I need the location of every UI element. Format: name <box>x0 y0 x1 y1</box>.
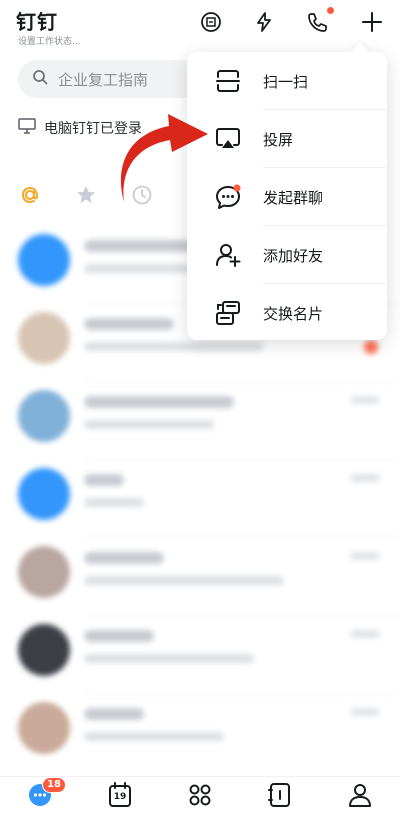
unread-badge: 18 <box>42 776 66 793</box>
desktop-icon <box>18 118 36 138</box>
nav-messages[interactable]: 18 <box>20 776 66 815</box>
menu-item-scan[interactable]: 扫一扫 <box>187 52 387 110</box>
time-placeholder <box>350 552 380 560</box>
list-item[interactable] <box>0 460 400 538</box>
phone-notification-dot <box>327 7 334 14</box>
message-placeholder <box>84 420 214 429</box>
at-mention-icon[interactable] <box>18 183 42 207</box>
name-placeholder <box>84 630 154 642</box>
time-placeholder <box>350 708 380 716</box>
unread-dot <box>364 340 378 354</box>
avatar <box>18 624 70 676</box>
person-icon <box>348 782 372 812</box>
avatar <box>18 234 70 286</box>
nav-workbench[interactable] <box>180 779 220 815</box>
exchange-card-icon <box>213 298 243 328</box>
search-placeholder: 企业复工指南 <box>58 70 149 89</box>
name-placeholder <box>84 396 234 408</box>
list-item[interactable] <box>0 382 400 460</box>
menu-item-label: 交换名片 <box>263 304 324 323</box>
time-placeholder <box>350 474 380 482</box>
app-title: 钉钉 <box>16 10 58 34</box>
nav-calendar[interactable]: 19 <box>100 779 140 815</box>
avatar <box>18 390 70 442</box>
menu-item-exchange-card[interactable]: 交换名片 <box>187 284 387 342</box>
message-placeholder <box>84 576 284 585</box>
menu-item-label: 添加好友 <box>263 246 324 265</box>
list-item[interactable] <box>0 694 400 772</box>
nav-profile[interactable] <box>340 779 380 815</box>
menu-item-add-friend[interactable]: 添加好友 <box>187 226 387 284</box>
name-placeholder <box>84 474 124 486</box>
message-placeholder <box>84 498 144 507</box>
grid-icon <box>187 782 213 812</box>
message-placeholder <box>84 732 224 741</box>
menu-item-label: 扫一扫 <box>263 72 309 91</box>
header: 钉钉 设置工作状态... <box>0 0 400 52</box>
menu-item-label: 投屏 <box>263 130 294 149</box>
message-placeholder <box>84 342 264 351</box>
avatar <box>18 702 70 754</box>
lightning-icon[interactable] <box>250 8 278 36</box>
list-item[interactable] <box>0 616 400 694</box>
add-friend-icon <box>213 240 243 270</box>
name-placeholder <box>84 240 194 252</box>
name-placeholder <box>84 552 164 564</box>
bottom-nav: 18 19 <box>0 776 400 816</box>
search-icon <box>32 69 48 89</box>
avatar <box>18 546 70 598</box>
work-status-link[interactable]: 设置工作状态... <box>18 34 81 47</box>
plus-icon[interactable] <box>358 8 386 36</box>
avatar <box>18 312 70 364</box>
time-placeholder <box>350 396 380 404</box>
name-placeholder <box>84 318 174 330</box>
message-placeholder <box>84 654 254 663</box>
star-icon[interactable] <box>74 183 98 207</box>
calendar-day: 19 <box>113 791 127 802</box>
avatar <box>18 468 70 520</box>
contacts-book-icon <box>268 782 292 812</box>
name-placeholder <box>84 708 144 720</box>
scan-icon <box>213 66 243 96</box>
menu-item-label: 发起群聊 <box>263 188 324 207</box>
time-placeholder <box>350 630 380 638</box>
nav-contacts[interactable] <box>260 779 300 815</box>
list-item[interactable] <box>0 538 400 616</box>
red-arrow-annotation <box>120 114 208 202</box>
tag-icon[interactable] <box>197 8 225 36</box>
